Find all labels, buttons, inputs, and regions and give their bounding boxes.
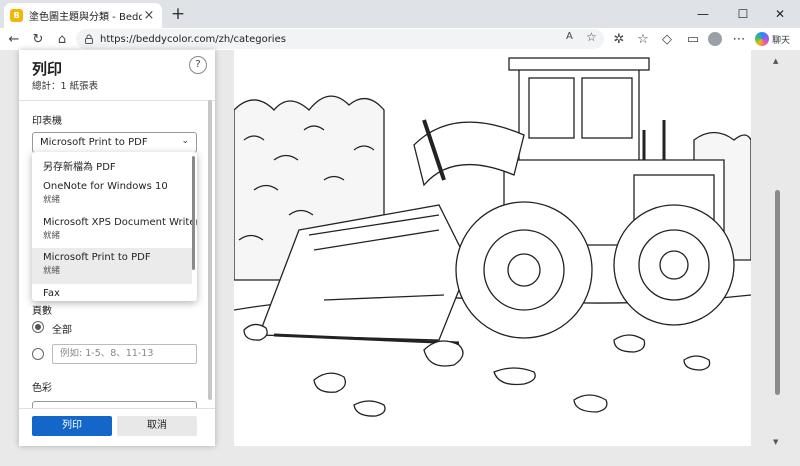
browser-toolbar: ← ↻ ⌂ https://beddycolor.com/zh/categori…: [0, 28, 800, 50]
print-button[interactable]: 列印: [32, 416, 112, 436]
printer-option-name: Fax: [43, 288, 60, 299]
printer-option-name: 另存新檔為 PDF: [43, 162, 116, 173]
browser-essentials-icon[interactable]: ◇: [657, 29, 677, 49]
url-text: https://beddycolor.com/zh/categories: [100, 33, 286, 45]
print-dialog-footer: 列印 取消: [19, 408, 215, 446]
favorite-star-icon[interactable]: ☆: [586, 30, 597, 44]
copilot-chat-button[interactable]: 聊天: [755, 30, 790, 48]
tab-bar: B 塗色圖主題與分類 - BeddyColor × + — ☐ ✕: [0, 0, 800, 28]
preview-scroll-down-icon[interactable]: ▼: [773, 438, 778, 446]
pages-all-radio[interactable]: [32, 321, 44, 333]
maximize-icon[interactable]: ☐: [723, 0, 763, 28]
print-dialog-title: 列印: [32, 60, 63, 78]
browser-tab[interactable]: B 塗色圖主題與分類 - BeddyColor ×: [4, 3, 162, 28]
printer-option-selected[interactable]: Microsoft Print to PDF 就緒: [32, 248, 192, 284]
pages-custom-radio[interactable]: [32, 348, 44, 360]
reload-icon[interactable]: ↻: [28, 29, 48, 49]
lock-icon: [85, 34, 93, 44]
preview-scroll-up-icon[interactable]: ▲: [773, 57, 778, 65]
preview-scrollbar[interactable]: [775, 190, 780, 395]
printer-selected-value: Microsoft Print to PDF: [40, 137, 148, 148]
printer-dropdown-list: 另存新檔為 PDF OneNote for Windows 10 就緒 Micr…: [32, 152, 197, 301]
settings-scrollbar[interactable]: [208, 100, 212, 400]
favorites-icon[interactable]: ☆: [633, 29, 653, 49]
dropdown-scrollbar[interactable]: [192, 156, 195, 270]
printer-option-status: 就緒: [43, 195, 61, 205]
printer-option-name: Microsoft Print to PDF: [43, 252, 151, 263]
pages-label: 頁數: [32, 306, 52, 317]
printer-label: 印表機: [32, 116, 62, 127]
tab-close-icon[interactable]: ×: [142, 8, 156, 23]
screen-cast-icon[interactable]: ▭: [683, 29, 703, 49]
new-tab-icon[interactable]: +: [168, 4, 188, 24]
color-label: 色彩: [32, 383, 52, 394]
printer-option-status: 就緒: [43, 266, 61, 276]
chat-label: 聊天: [772, 35, 791, 46]
close-window-icon[interactable]: ✕: [760, 0, 800, 28]
read-aloud-icon[interactable]: A: [566, 31, 573, 42]
printer-option[interactable]: Microsoft XPS Document Writer 就緒: [32, 215, 197, 251]
pages-range-input[interactable]: 例如: 1-5、8、11-13: [52, 344, 197, 364]
minimize-icon[interactable]: —: [683, 0, 723, 28]
printer-option-name: OneNote for Windows 10: [43, 181, 168, 192]
chevron-down-icon: ⌄: [181, 136, 189, 146]
printer-option-name: Microsoft XPS Document Writer: [43, 217, 197, 228]
pages-all-label: 全部: [52, 325, 72, 336]
more-menu-icon[interactable]: ⋯: [729, 29, 749, 49]
cancel-button[interactable]: 取消: [117, 416, 197, 436]
print-preview: [234, 50, 751, 446]
copilot-icon: [755, 32, 769, 46]
printer-option-status: 就緒: [43, 231, 61, 241]
back-arrow-icon[interactable]: ←: [4, 29, 24, 49]
tab-title: 塗色圖主題與分類 - BeddyColor: [29, 12, 142, 23]
address-bar[interactable]: https://beddycolor.com/zh/categories A ☆: [76, 29, 604, 49]
home-icon[interactable]: ⌂: [52, 29, 72, 49]
sheet-count: 總計：1 紙張表: [32, 81, 99, 92]
help-icon[interactable]: ?: [189, 56, 207, 74]
profile-avatar-icon[interactable]: [705, 29, 725, 49]
printer-select[interactable]: Microsoft Print to PDF ⌄: [32, 132, 197, 153]
printer-option[interactable]: Fax: [32, 288, 192, 301]
printer-option[interactable]: OneNote for Windows 10 就緒: [32, 179, 192, 215]
printer-option[interactable]: 另存新檔為 PDF: [32, 158, 192, 180]
site-favicon-icon: B: [10, 9, 23, 22]
bulldozer-coloring-page-image: [234, 57, 751, 417]
extensions-icon[interactable]: ✲: [609, 29, 629, 49]
divider: [19, 100, 215, 101]
